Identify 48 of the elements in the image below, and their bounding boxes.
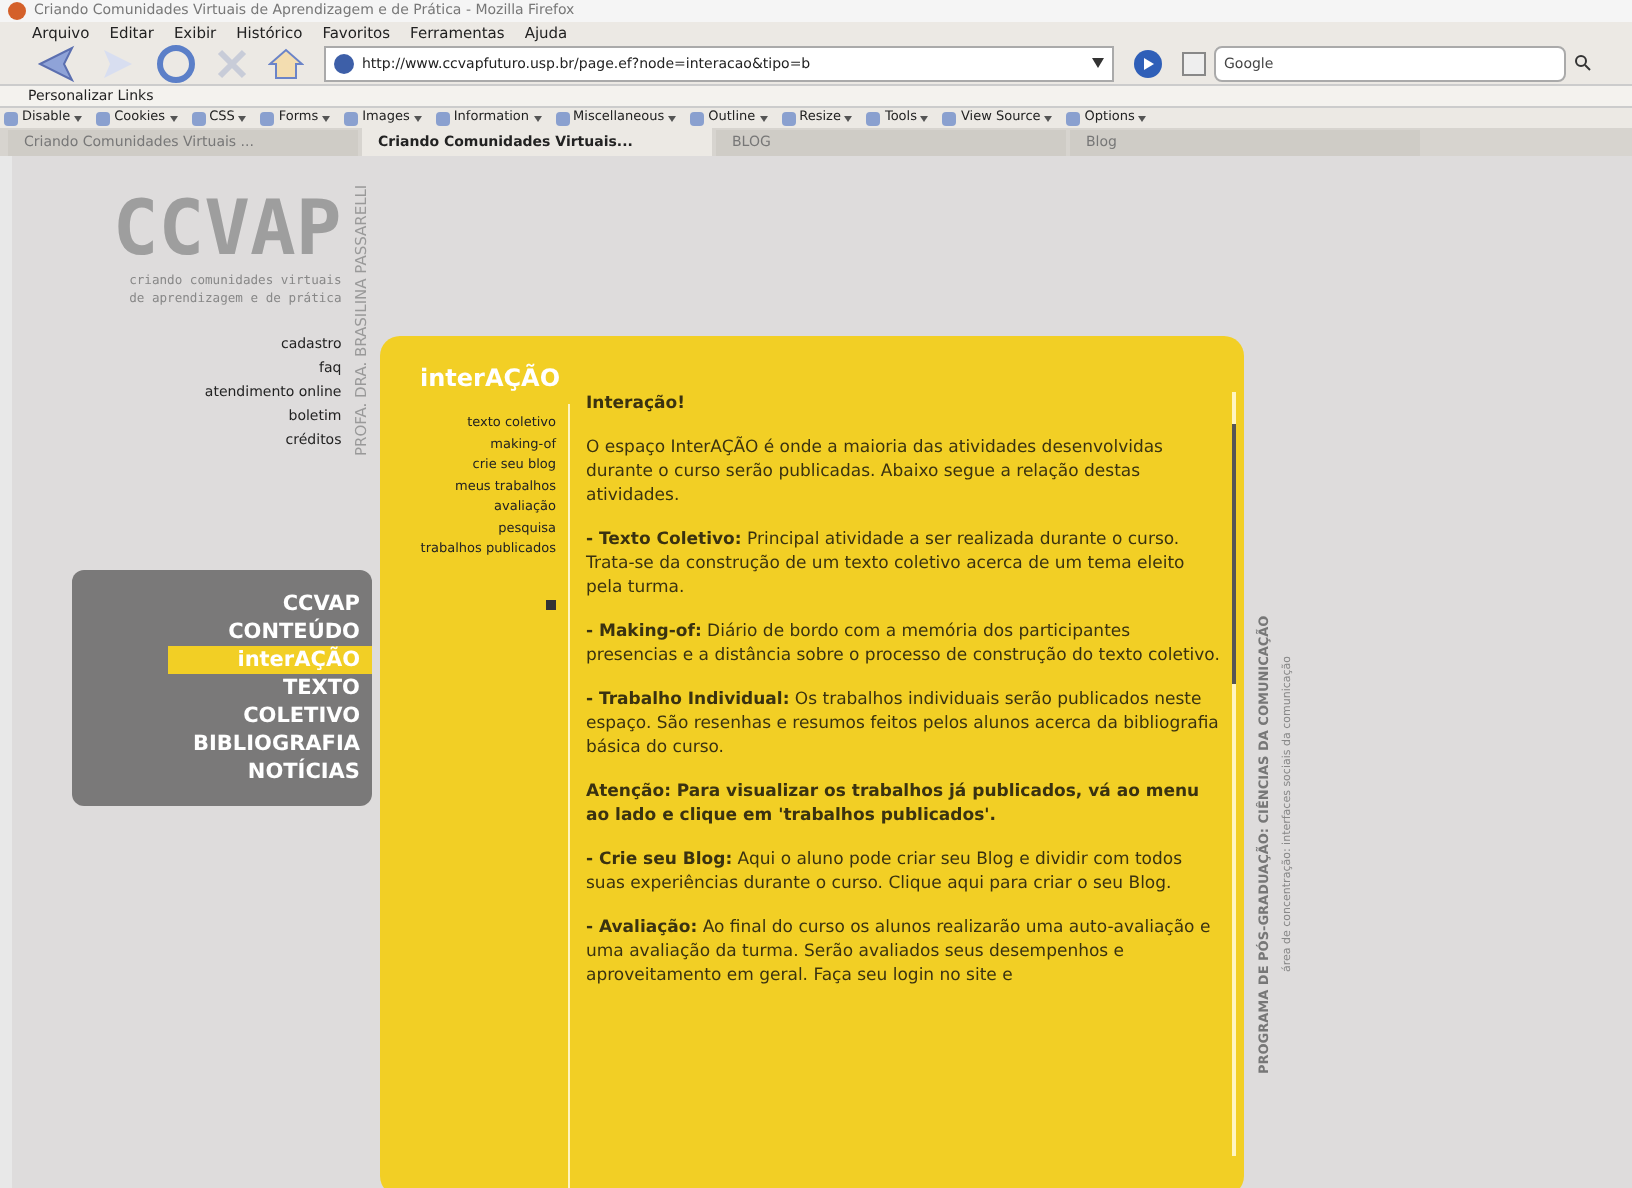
caret-icon[interactable]	[322, 115, 331, 122]
main-menu-item[interactable]: CCVAP	[168, 590, 372, 618]
square-bullet-icon	[546, 599, 556, 609]
content-heading: Interação!	[586, 392, 687, 416]
content-paragraph: - Texto Coletivo: Principal atividade a ser realizada durante o curso. Trata-se da construção de um texto coletivo acerca de um tema eleito pela turma.	[586, 528, 1187, 600]
caret-icon[interactable]	[1138, 115, 1147, 122]
toolbar-icon[interactable]	[1066, 111, 1081, 126]
toolbar-icon[interactable]	[866, 111, 881, 126]
toolbar-icon[interactable]	[555, 111, 570, 126]
content-paragraph: Atenção: Para visualizar os trabalhos já publicados, vá ao menu ao lado e clique em 'trabalhos publicados'.	[586, 780, 1202, 828]
go-icon[interactable]	[1134, 49, 1162, 78]
toolbar-icon[interactable]	[96, 111, 111, 126]
toolbar-icon[interactable]	[690, 111, 705, 126]
caret-icon[interactable]	[844, 115, 853, 122]
dropdown-icon[interactable]	[1092, 58, 1104, 69]
home-icon[interactable]	[268, 45, 304, 82]
caret-icon[interactable]	[238, 115, 247, 122]
toolbar-icon[interactable]	[4, 111, 18, 126]
section-title: interAÇÃO	[418, 361, 563, 396]
main-menu-item[interactable]: NOTÍCIAS	[168, 758, 372, 786]
site-logo: CCVAP	[112, 184, 342, 272]
firefox-icon	[8, 1, 26, 20]
toolbar-icon[interactable]	[942, 111, 957, 126]
content-paragraph: - Trabalho Individual: Os trabalhos individuais serão publicados neste espaço. São resenhas e resumos feitos pelos alunos acerca da bibliografia básica do curso.	[586, 688, 1221, 760]
main-menu-item[interactable]: TEXTO COLETIVO	[168, 674, 372, 730]
google-icon	[1182, 51, 1206, 76]
toolbar-icon[interactable]	[435, 111, 450, 126]
main-menu-item[interactable]: CONTEÚDO	[168, 618, 372, 646]
toolbar-icon[interactable]	[260, 111, 275, 126]
content-paragraph: - Making-of: Diário de bordo com a memória dos participantes presencias e a distância sobre o processo de construção do texto coletivo.	[586, 620, 1222, 668]
search-icon[interactable]	[1574, 54, 1592, 73]
caret-icon[interactable]	[74, 115, 83, 122]
toolbar-icon[interactable]	[781, 111, 796, 126]
caret-icon[interactable]	[169, 115, 178, 122]
caret-icon[interactable]	[413, 115, 422, 122]
toolbar-icon[interactable]	[344, 111, 359, 126]
caret-icon[interactable]	[920, 115, 929, 122]
globe-icon	[334, 53, 354, 74]
caret-icon[interactable]	[668, 115, 677, 122]
caret-icon[interactable]	[533, 115, 542, 122]
content-paragraph: O espaço InterAÇÃO é onde a maioria das atividades desenvolvidas durante o curso serão publicadas. Abaixo segue a relação destas atividades.	[586, 436, 1165, 508]
content-paragraph: - Avaliação: Ao final do curso os alunos realizarão uma auto-avaliação e uma avaliação da turma. Serão avaliados seus desempenhos e aproveitamento em geral. Faça seu login no site e	[586, 916, 1213, 988]
reload-icon[interactable]	[156, 43, 196, 84]
content-paragraph: - Crie seu Blog: Aqui o aluno pode criar seu Blog e dividir com todos suas experiências durante o curso. Clique aqui para criar o seu Blog.	[586, 848, 1185, 896]
caret-icon[interactable]	[1044, 115, 1053, 122]
toolbar-icon[interactable]	[191, 111, 206, 126]
caret-icon[interactable]	[759, 115, 768, 122]
main-menu-item[interactable]: BIBLIOGRAFIA	[168, 730, 372, 758]
